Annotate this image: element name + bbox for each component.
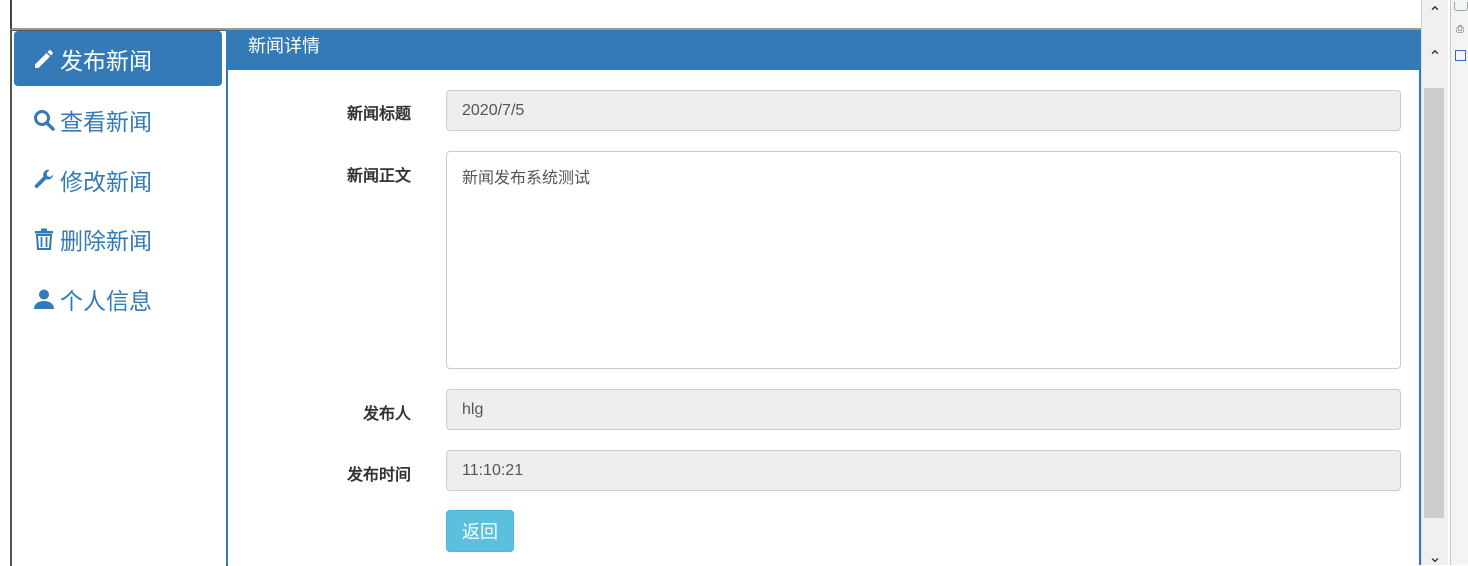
sidebar-item-edit-news[interactable]: 修改新闻 — [14, 152, 222, 207]
scroll-up-arrow-icon[interactable]: ⌃ — [1426, 4, 1444, 22]
user-icon — [32, 287, 56, 311]
sidebar-item-label: 删除新闻 — [60, 228, 152, 255]
sidebar-item-label: 修改新闻 — [60, 169, 152, 196]
news-detail-panel: 新闻详情 新闻标题 2020/7/5 新闻正文 新闻发布系统测试 发布人 hlg… — [226, 30, 1421, 565]
sidebar-item-delete-news[interactable]: 删除新闻 — [14, 211, 222, 266]
scroll-down-arrow-icon[interactable]: ⌄ — [1426, 548, 1444, 566]
outer-scrollbar[interactable]: ⌃ — [1421, 0, 1448, 30]
sidebar-item-profile[interactable]: 个人信息 — [14, 271, 222, 326]
wrench-icon — [32, 168, 56, 192]
browser-frame: ⌃ ⎙ 发布新闻 查看新闻 修改新闻 删除新闻 个人信息 新闻详情 新闻标题 2… — [0, 0, 1468, 566]
top-frame-strip — [10, 0, 1422, 30]
search-icon — [32, 108, 56, 132]
toolbar-tab-icon[interactable] — [1454, 2, 1468, 11]
pencil-icon — [32, 47, 56, 71]
page-scrollbar[interactable]: ⌃ ⌄ — [1421, 30, 1448, 566]
sidebar-item-label: 查看新闻 — [60, 109, 152, 136]
publish-time-field[interactable]: 11:10:21 — [446, 450, 1401, 491]
toolbar-print-icon[interactable]: ⎙ — [1456, 24, 1464, 35]
back-button[interactable]: 返回 — [446, 510, 514, 552]
sidebar-nav: 发布新闻 查看新闻 修改新闻 删除新闻 个人信息 — [10, 30, 228, 566]
side-toolbar: ⎙ — [1450, 0, 1468, 565]
sidebar-item-view-news[interactable]: 查看新闻 — [14, 92, 222, 147]
author-field[interactable]: hlg — [446, 389, 1401, 430]
scroll-up-arrow-icon[interactable]: ⌃ — [1426, 48, 1444, 66]
author-label: 发布人 — [362, 404, 411, 423]
scrollbar-thumb[interactable] — [1424, 88, 1444, 518]
sidebar-item-label: 发布新闻 — [60, 48, 152, 75]
sidebar-item-label: 个人信息 — [60, 288, 152, 315]
publish-time-label: 发布时间 — [346, 465, 411, 484]
news-title-label: 新闻标题 — [346, 104, 411, 123]
news-body-label: 新闻正文 — [346, 166, 411, 185]
sidebar-item-publish-news[interactable]: 发布新闻 — [14, 31, 222, 86]
news-body-textarea[interactable]: 新闻发布系统测试 — [446, 151, 1401, 369]
news-title-field[interactable]: 2020/7/5 — [446, 90, 1401, 131]
toolbar-window-icon[interactable] — [1455, 50, 1466, 61]
panel-title: 新闻详情 — [228, 30, 1419, 70]
trash-icon — [32, 227, 56, 251]
